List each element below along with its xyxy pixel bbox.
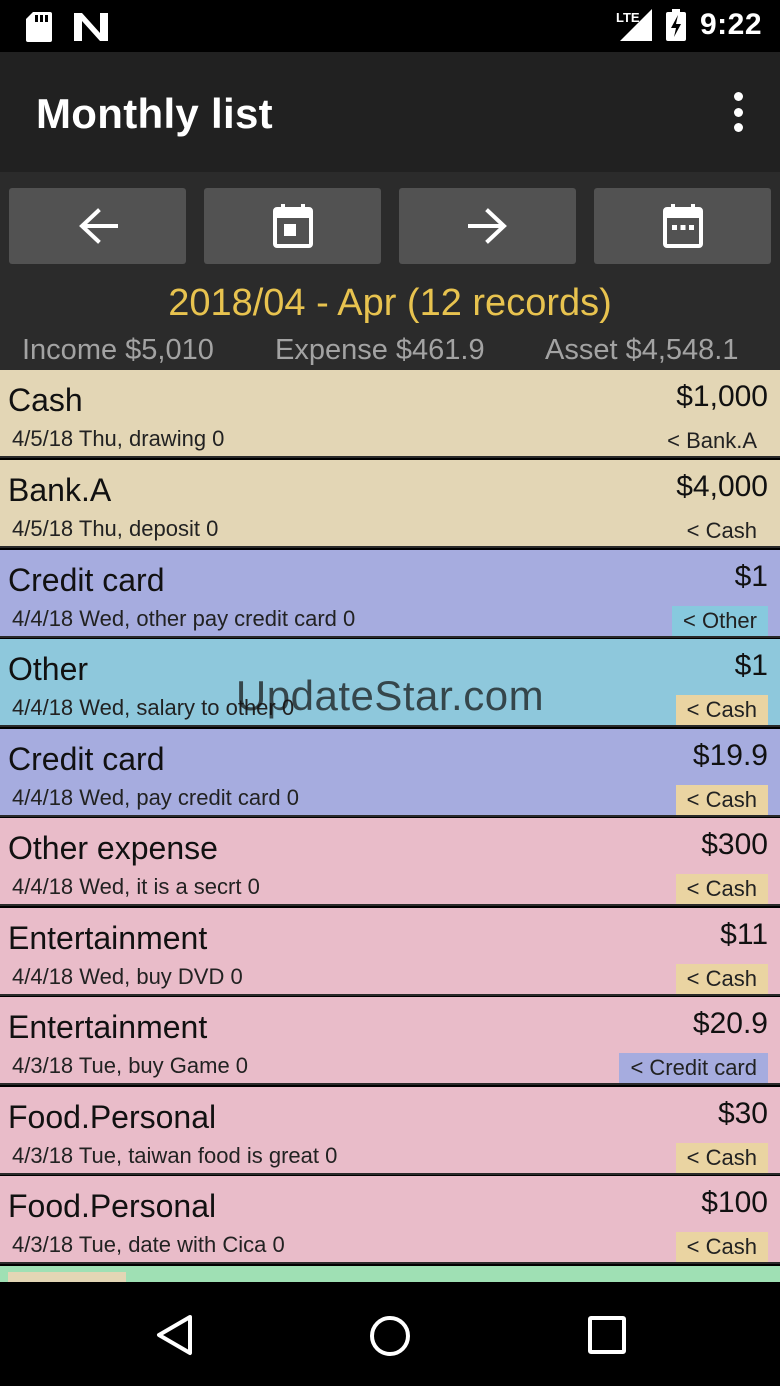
home-icon[interactable] bbox=[368, 1314, 412, 1358]
asset-total: Asset $4,548.1 bbox=[545, 334, 739, 366]
current-month-button[interactable] bbox=[204, 188, 381, 264]
list-item[interactable]: Bank.A $4,000 4/5/18 Thu, deposit 0 < Ca… bbox=[0, 460, 780, 548]
records-list[interactable]: Cash $1,000 4/5/18 Thu, drawing 0 < Bank… bbox=[0, 370, 780, 1282]
record-detail: 4/5/18 Thu, drawing 0 bbox=[12, 426, 225, 451]
app-bar: Monthly list bbox=[0, 52, 780, 172]
network-label: LTE bbox=[616, 10, 640, 25]
list-item[interactable]: Other $1 4/4/18 Wed, salary to other 0 <… bbox=[0, 639, 780, 727]
n-logo-icon bbox=[74, 13, 108, 41]
record-detail: 4/4/18 Wed, buy DVD 0 bbox=[12, 964, 243, 989]
next-month-button[interactable] bbox=[399, 188, 576, 264]
list-item[interactable]: Other expense $300 4/4/18 Wed, it is a s… bbox=[0, 818, 780, 906]
recents-icon[interactable] bbox=[588, 1316, 626, 1354]
battery-charging-icon bbox=[665, 9, 686, 41]
record-detail: 4/5/18 Thu, deposit 0 bbox=[12, 516, 219, 541]
record-detail: 4/4/18 Wed, pay credit card 0 bbox=[12, 785, 299, 810]
system-nav-bar bbox=[0, 1282, 780, 1386]
record-amount: $100 bbox=[701, 1186, 768, 1219]
period-navigation: 2018/04 - Apr (12 records) Income $5,010… bbox=[0, 172, 780, 370]
record-source-account: < Cash bbox=[675, 964, 768, 994]
month-summary-title: 2018/04 - Apr (12 records) bbox=[168, 282, 612, 324]
record-source-account: < Other bbox=[672, 606, 768, 636]
record-amount: $1 bbox=[734, 649, 768, 682]
record-source-account: < Cash bbox=[675, 874, 768, 904]
record-category: Entertainment bbox=[8, 1009, 208, 1045]
record-detail: 4/4/18 Wed, it is a secrt 0 bbox=[12, 874, 260, 899]
record-detail: 4/4/18 Wed, salary to other 0 bbox=[12, 695, 295, 720]
record-source-account: < Credit card bbox=[619, 1053, 768, 1083]
calendar-day-icon bbox=[272, 204, 313, 248]
record-category: Food.Personal bbox=[8, 1099, 217, 1135]
record-category: Cash bbox=[8, 382, 83, 418]
clock: 9:22 bbox=[699, 8, 762, 41]
back-icon[interactable] bbox=[154, 1314, 194, 1356]
status-bar: LTE 9:22 bbox=[0, 0, 780, 52]
record-amount: $1,000 bbox=[676, 380, 768, 413]
record-source-account: < Cash bbox=[675, 1143, 768, 1173]
record-category: Other expense bbox=[8, 830, 218, 866]
record-amount: $300 bbox=[701, 828, 768, 861]
signal-icon: LTE bbox=[616, 9, 652, 41]
list-item-partial[interactable] bbox=[0, 1266, 780, 1282]
record-category: Entertainment bbox=[8, 920, 208, 956]
record-category: Credit card bbox=[8, 562, 165, 598]
record-detail: 4/3/18 Tue, taiwan food is great 0 bbox=[12, 1143, 338, 1168]
record-amount: $30 bbox=[717, 1097, 768, 1130]
record-source-account: < Cash bbox=[675, 1232, 768, 1262]
sd-card-icon bbox=[26, 12, 52, 42]
list-item[interactable]: Entertainment $11 4/4/18 Wed, buy DVD 0 … bbox=[0, 908, 780, 996]
record-detail: 4/3/18 Tue, date with Cica 0 bbox=[12, 1232, 285, 1257]
record-source-account: < Bank.A bbox=[667, 428, 757, 453]
previous-month-button[interactable] bbox=[9, 188, 186, 264]
record-detail: 4/4/18 Wed, other pay credit card 0 bbox=[12, 606, 356, 631]
record-source-account: < Cash bbox=[686, 518, 757, 543]
list-item[interactable]: Food.Personal $30 4/3/18 Tue, taiwan foo… bbox=[0, 1087, 780, 1175]
arrow-right-icon bbox=[467, 208, 507, 244]
record-amount: $19.9 bbox=[692, 739, 768, 772]
list-item[interactable]: Credit card $19.9 4/4/18 Wed, pay credit… bbox=[0, 729, 780, 817]
pick-month-button[interactable] bbox=[594, 188, 771, 264]
record-amount: $1 bbox=[734, 560, 768, 593]
calendar-month-icon bbox=[662, 204, 703, 248]
record-category: Food.Personal bbox=[8, 1188, 217, 1224]
record-amount: $20.9 bbox=[692, 1007, 768, 1040]
list-item[interactable]: Food.Personal $100 4/3/18 Tue, date with… bbox=[0, 1176, 780, 1264]
record-category: Bank.A bbox=[8, 472, 112, 508]
record-detail: 4/3/18 Tue, buy Game 0 bbox=[12, 1053, 249, 1078]
list-item[interactable]: Entertainment $20.9 4/3/18 Tue, buy Game… bbox=[0, 997, 780, 1085]
record-amount: $4,000 bbox=[676, 470, 768, 503]
page-title: Monthly list bbox=[36, 90, 273, 137]
record-category: Other bbox=[8, 651, 89, 687]
partial-source-tag bbox=[8, 1272, 126, 1282]
record-source-account: < Cash bbox=[675, 695, 768, 725]
record-category: Credit card bbox=[8, 741, 165, 777]
income-total: Income $5,010 bbox=[22, 334, 214, 366]
record-source-account: < Cash bbox=[675, 785, 768, 815]
list-item[interactable]: Credit card $1 4/4/18 Wed, other pay cre… bbox=[0, 550, 780, 638]
list-item[interactable]: Cash $1,000 4/5/18 Thu, drawing 0 < Bank… bbox=[0, 370, 780, 458]
expense-total: Expense $461.9 bbox=[275, 334, 485, 366]
arrow-left-icon bbox=[78, 208, 118, 244]
more-vert-icon[interactable] bbox=[726, 92, 750, 132]
record-amount: $11 bbox=[720, 918, 768, 951]
